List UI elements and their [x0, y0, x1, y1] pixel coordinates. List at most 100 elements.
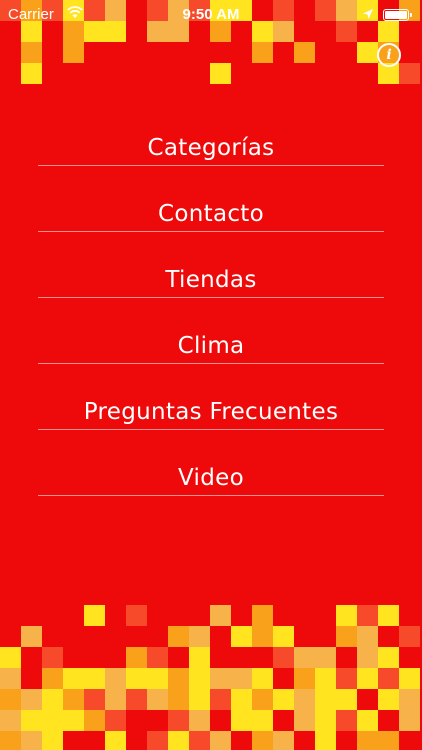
mosaic-tile — [42, 647, 63, 668]
mosaic-tile — [378, 647, 399, 668]
mosaic-tile — [84, 668, 105, 689]
mosaic-tile — [189, 710, 210, 731]
battery-icon — [383, 9, 412, 21]
mosaic-tile — [231, 710, 252, 731]
mosaic-tile — [210, 63, 231, 84]
info-button[interactable]: i — [377, 43, 401, 67]
mosaic-tile — [357, 626, 378, 647]
mosaic-tile — [168, 731, 189, 750]
menu-item-label: Preguntas Frecuentes — [83, 399, 339, 425]
menu-item-contacto[interactable]: Contacto — [38, 166, 384, 232]
mosaic-tile — [126, 689, 147, 710]
mosaic-tile — [63, 689, 84, 710]
mosaic-tile — [189, 626, 210, 647]
mosaic-tile — [273, 731, 294, 750]
mosaic-tile — [336, 626, 357, 647]
mosaic-tile — [252, 668, 273, 689]
mosaic-tile — [378, 605, 399, 626]
mosaic-tile — [357, 42, 378, 63]
mosaic-tile — [189, 668, 210, 689]
mosaic-tile — [147, 689, 168, 710]
mosaic-tile — [315, 668, 336, 689]
mosaic-tile — [273, 647, 294, 668]
menu-item-label: Clima — [177, 333, 245, 359]
mosaic-tile — [357, 731, 378, 750]
mosaic-tile — [147, 647, 168, 668]
mosaic-tile — [105, 689, 126, 710]
mosaic-tile — [399, 710, 420, 731]
mosaic-tile — [294, 42, 315, 63]
mosaic-tile — [378, 668, 399, 689]
mosaic-tile — [105, 710, 126, 731]
mosaic-tile — [21, 710, 42, 731]
mosaic-tile — [105, 668, 126, 689]
mosaic-tile — [147, 668, 168, 689]
mosaic-tile — [357, 605, 378, 626]
mosaic-tile — [0, 647, 21, 668]
mosaic-tile — [378, 731, 399, 750]
mosaic-tile — [21, 731, 42, 750]
mosaic-tile — [231, 668, 252, 689]
mosaic-tile — [336, 689, 357, 710]
mosaic-tile — [210, 689, 231, 710]
mosaic-tile — [0, 710, 21, 731]
mosaic-tile — [231, 626, 252, 647]
mosaic-tile — [147, 731, 168, 750]
mosaic-tile — [315, 710, 336, 731]
mosaic-tile — [21, 689, 42, 710]
mosaic-tile — [399, 63, 420, 84]
menu-item-label: Video — [178, 465, 244, 491]
mosaic-tile — [294, 689, 315, 710]
main-menu: Categorías Contacto Tiendas Clima Pregun… — [38, 100, 384, 496]
mosaic-tile — [168, 668, 189, 689]
location-arrow-icon — [363, 9, 373, 19]
mosaic-tile — [189, 731, 210, 750]
menu-item-label: Contacto — [158, 201, 264, 227]
mosaic-tile — [63, 710, 84, 731]
mosaic-tile — [168, 710, 189, 731]
menu-item-label: Tiendas — [165, 267, 257, 293]
menu-item-label: Categorías — [147, 135, 275, 161]
mosaic-tile — [252, 689, 273, 710]
mosaic-tile — [399, 668, 420, 689]
mosaic-tile — [63, 42, 84, 63]
mosaic-tile — [210, 605, 231, 626]
mosaic-tile — [231, 689, 252, 710]
menu-item-clima[interactable]: Clima — [38, 298, 384, 364]
mosaic-tile — [336, 605, 357, 626]
mosaic-tile — [252, 626, 273, 647]
menu-item-preguntas-frecuentes[interactable]: Preguntas Frecuentes — [38, 364, 384, 430]
mosaic-tile — [378, 689, 399, 710]
menu-item-tiendas[interactable]: Tiendas — [38, 232, 384, 298]
mosaic-tile — [0, 731, 21, 750]
mosaic-tile — [399, 626, 420, 647]
mosaic-tile — [84, 689, 105, 710]
mosaic-tile — [42, 689, 63, 710]
mosaic-tile — [294, 668, 315, 689]
mosaic-tile — [252, 42, 273, 63]
mosaic-tile — [357, 668, 378, 689]
mosaic-tile — [336, 668, 357, 689]
mosaic-tile — [105, 731, 126, 750]
mosaic-tile — [210, 668, 231, 689]
mosaic-tile — [189, 647, 210, 668]
mosaic-tile — [294, 710, 315, 731]
mosaic-tile — [21, 626, 42, 647]
mosaic-tile — [210, 731, 231, 750]
mosaic-tile — [84, 710, 105, 731]
menu-item-categorias[interactable]: Categorías — [38, 100, 384, 166]
mosaic-tile — [315, 689, 336, 710]
mosaic-tile — [315, 647, 336, 668]
mosaic-tile — [357, 647, 378, 668]
mosaic-tile — [273, 689, 294, 710]
mosaic-tile — [168, 626, 189, 647]
mosaic-tile — [126, 647, 147, 668]
mosaic-tile — [294, 647, 315, 668]
mosaic-tile — [168, 689, 189, 710]
mosaic-tile — [42, 668, 63, 689]
menu-item-video[interactable]: Video — [38, 430, 384, 496]
mosaic-tile — [189, 689, 210, 710]
mosaic-tile — [357, 710, 378, 731]
status-time: 9:50 AM — [182, 6, 240, 23]
mosaic-tile — [252, 731, 273, 750]
